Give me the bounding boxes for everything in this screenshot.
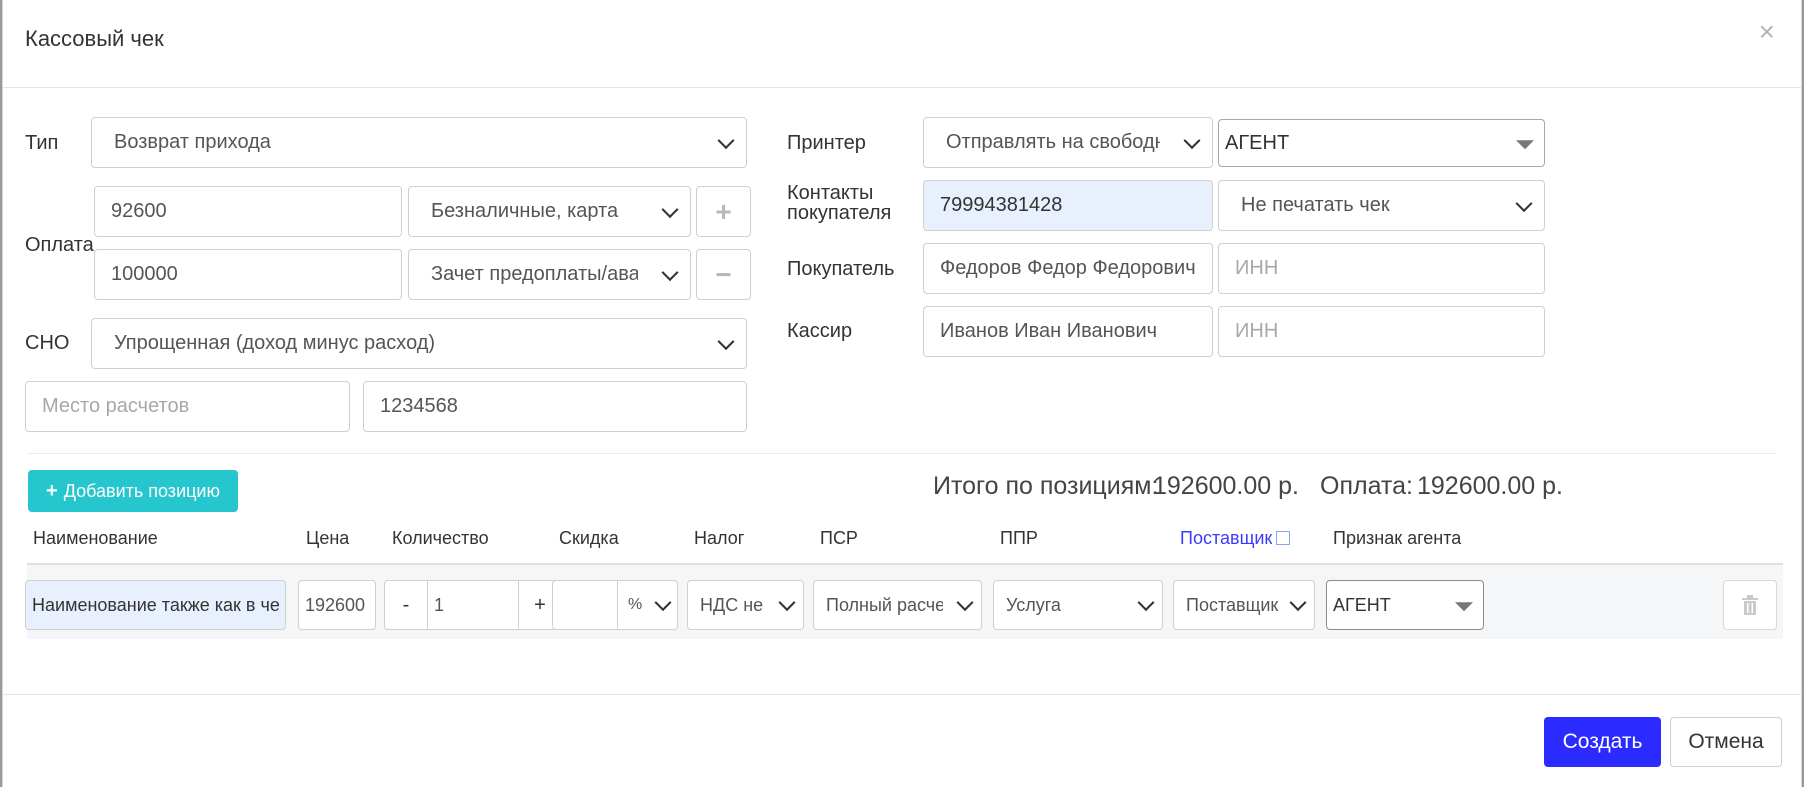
type-label: Тип [25, 132, 59, 154]
print-option-select[interactable]: Не печатать чек [1218, 180, 1545, 231]
discount-input[interactable] [552, 580, 618, 630]
place-number-input[interactable]: 1234568 [363, 381, 747, 432]
add-position-button[interactable]: + Добавить позицию [28, 470, 238, 512]
cashier-label: Кассир [787, 320, 853, 342]
delete-position-button[interactable] [1723, 580, 1777, 630]
agent-select[interactable]: АГЕНТ [1218, 119, 1545, 167]
discount-unit-select[interactable]: % [617, 580, 678, 630]
printer-label: Принтер [787, 132, 866, 154]
dialog-title: Кассовый чек [25, 26, 164, 51]
plus-icon: + [46, 479, 58, 502]
create-button[interactable]: Создать [1544, 717, 1661, 767]
col-agent-sign: Признак агента [1333, 528, 1462, 548]
quantity-input[interactable]: 1 [428, 580, 518, 630]
type-select[interactable]: Возврат прихода [91, 117, 747, 168]
trash-icon [1742, 595, 1758, 615]
receipt-dialog: Кассовый чек × Тип Возврат прихода Оплат… [2, 0, 1802, 787]
buyer-contacts-label-2: покупателя [787, 202, 892, 224]
payment-amount-input-2[interactable]: 100000 [94, 249, 402, 300]
cashier-name-input[interactable]: Иванов Иван Иванович [923, 306, 1213, 357]
printer-select[interactable]: Отправлять на свободный [923, 117, 1213, 168]
col-discount: Скидка [559, 528, 619, 548]
sno-label: СНО [25, 332, 70, 354]
payment-method-select-1[interactable]: Безналичные, карта [408, 186, 691, 237]
buyer-contacts-label-1: Контакты [787, 182, 874, 204]
payment-amount-input-1[interactable]: 92600 [94, 186, 402, 237]
col-quantity: Количество [392, 528, 489, 548]
agent-sign-select[interactable]: АГЕНТ [1326, 580, 1484, 630]
buyer-contacts-input[interactable]: 79994381428 [923, 180, 1213, 231]
caret-down-icon [1516, 140, 1534, 150]
chevron-down-icon [661, 263, 679, 281]
col-psr: ПСР [820, 528, 858, 548]
sno-select[interactable]: Упрощенная (доход минус расход) [91, 318, 747, 369]
col-name: Наименование [33, 528, 158, 548]
position-price-input[interactable]: 192600 [298, 580, 376, 630]
dialog-header: Кассовый чек × [3, 0, 1801, 88]
col-price: Цена [306, 528, 350, 548]
chevron-down-icon [1183, 131, 1201, 149]
external-link-icon [1276, 531, 1291, 545]
col-tax: Налог [694, 528, 745, 548]
payment-label: Оплата [25, 234, 94, 256]
total-label: Итого по позициям: [933, 472, 1159, 500]
ppr-select[interactable]: Услуга [993, 580, 1163, 630]
caret-down-icon [1455, 602, 1473, 612]
buyer-inn-input[interactable]: ИНН [1218, 243, 1545, 294]
chevron-down-icon [956, 594, 974, 612]
cancel-button[interactable]: Отмена [1670, 717, 1782, 767]
footer-divider [3, 694, 1801, 695]
supplier-select[interactable]: Поставщик ООО [1173, 580, 1315, 630]
psr-select[interactable]: Полный расчет [813, 580, 982, 630]
chevron-down-icon [1289, 594, 1307, 612]
paid-value: 192600.00 р. [1417, 472, 1563, 500]
quantity-stepper: - 1 + [384, 580, 562, 630]
col-supplier-link[interactable]: Поставщик [1180, 528, 1291, 549]
col-ppr: ППР [1000, 528, 1038, 548]
add-payment-button[interactable]: + [696, 186, 751, 237]
buyer-label: Покупатель [787, 258, 895, 280]
total-value: 192600.00 р. [1153, 472, 1299, 500]
buyer-name-input[interactable]: Федоров Федор Федорович [923, 243, 1213, 294]
quantity-decrement-button[interactable]: - [384, 580, 428, 630]
close-icon[interactable]: × [1759, 18, 1775, 46]
position-name-input[interactable]: Наименование также как в чеке [25, 580, 286, 630]
chevron-down-icon [778, 594, 796, 612]
payment-method-select-2[interactable]: Зачет предоплаты/аванса [408, 249, 691, 300]
cashier-inn-input[interactable]: ИНН [1218, 306, 1545, 357]
section-divider [27, 453, 1775, 454]
remove-payment-button[interactable]: − [696, 249, 751, 300]
place-of-settlement-input[interactable]: Место расчетов [25, 381, 350, 432]
paid-label: Оплата: [1320, 472, 1413, 500]
tax-select[interactable]: НДС не облагается [687, 580, 804, 630]
